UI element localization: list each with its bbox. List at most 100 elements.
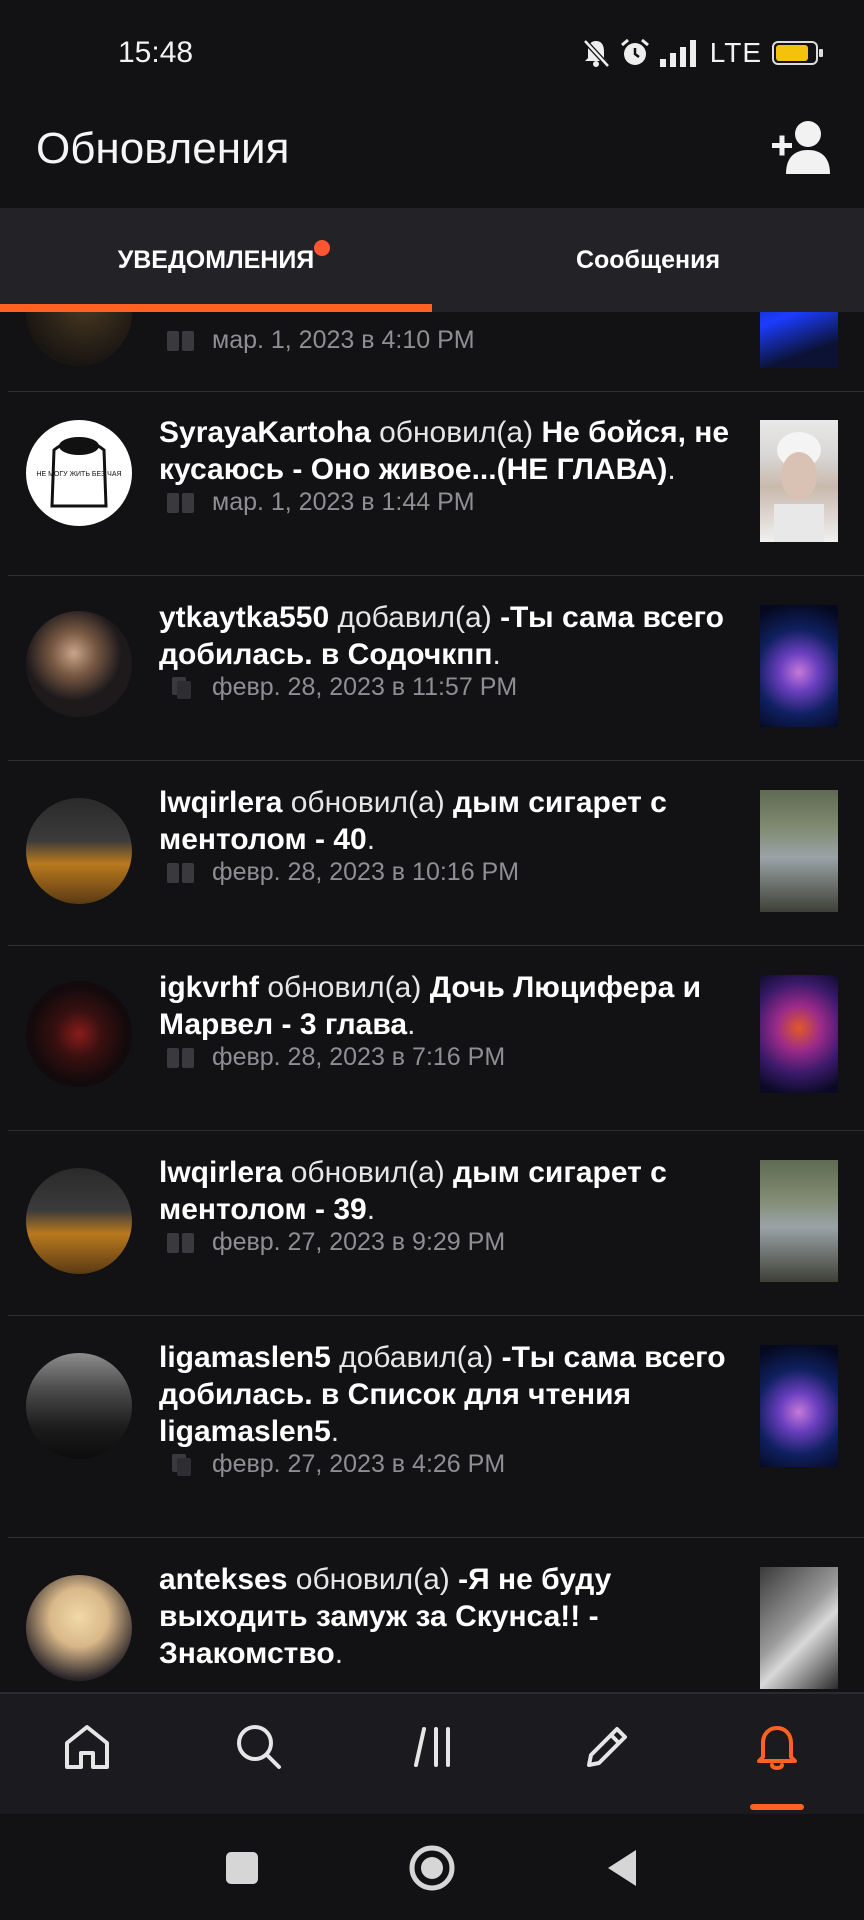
divider [8,1537,864,1538]
bell-icon [757,1726,797,1770]
list-item[interactable]: igkvrhf обновил(а) Дочь Люцифера и Марве… [0,947,864,1131]
circle-icon [409,1845,455,1891]
back-button[interactable] [592,1838,652,1898]
add-user-icon [772,121,830,174]
username[interactable]: lwqirlera [159,786,282,819]
story-cover[interactable] [760,420,838,542]
suffix: . [334,1637,344,1670]
story-cover[interactable] [760,312,838,368]
book-icon [167,1047,194,1068]
notification-meta: февр. 27, 2023 в 4:26 PM [166,1450,505,1479]
status-time: 15:48 [118,36,194,69]
action-text: обновил(а) [259,971,430,1004]
status-bar: 15:48 LTE [0,0,864,104]
recents-button[interactable] [212,1838,272,1898]
tab-messages-label: Сообщения [575,245,721,274]
nav-library-button[interactable] [399,1712,469,1782]
list-item[interactable]: lwqirlera обновил(а) дым сигарет с менто… [0,762,864,946]
notification-meta: февр. 27, 2023 в 9:29 PM [166,1228,505,1257]
user-avatar[interactable] [26,798,132,904]
tab-bar: УВЕДОМЛЕНИЯ Сообщения [0,208,864,312]
avatar-text: НЕ МОГУ ЖИТЬ БЕЗ ЧАЯ [36,471,121,478]
list-item[interactable]: мар. 1, 2023 в 4:10 PM [0,312,864,392]
action-text: обновил(а) [287,1563,459,1596]
nav-home-button[interactable] [52,1712,122,1782]
tab-messages[interactable]: Сообщения [432,208,864,312]
story-cover[interactable] [760,790,838,912]
action-text: добавил(а) [329,601,501,634]
story-cover[interactable] [760,605,838,727]
unread-dot [314,240,330,256]
notification-meta: мар. 1, 2023 в 1:44 PM [166,488,475,517]
list-item[interactable]: НЕ МОГУ ЖИТЬ БЕЗ ЧАЯ SyrayaKartoha обнов… [0,392,864,576]
divider [8,1315,864,1316]
story-cover[interactable] [760,1160,838,1282]
book-icon [167,1232,194,1253]
active-nav-indicator [750,1804,804,1810]
tab-notifications[interactable]: УВЕДОМЛЕНИЯ [0,208,432,312]
username[interactable]: lwqirlera [159,1156,282,1189]
timestamp: мар. 1, 2023 в 4:10 PM [212,326,475,354]
user-avatar[interactable] [26,981,132,1087]
timestamp: мар. 1, 2023 в 1:44 PM [212,488,475,516]
tab-notifications-label: УВЕДОМЛЕНИЯ [117,245,315,274]
list-item[interactable]: antekses обновил(а) -Я не буду выходить … [0,1539,864,1692]
write-icon [587,1727,627,1767]
story-cover[interactable] [760,975,838,1093]
story-cover[interactable] [760,1345,838,1467]
username[interactable]: SyrayaKartoha [159,416,371,449]
user-avatar[interactable] [26,1575,132,1681]
notification-text: antekses обновил(а) -Я не буду выходить … [159,1561,739,1672]
suffix: . [366,1193,376,1226]
timestamp: февр. 27, 2023 в 4:26 PM [212,1450,506,1478]
timestamp: февр. 28, 2023 в 11:57 PM [212,673,518,701]
recents-icon [226,1852,258,1884]
user-avatar[interactable]: НЕ МОГУ ЖИТЬ БЕЗ ЧАЯ [26,420,132,526]
user-avatar[interactable] [26,1168,132,1274]
add-user-button[interactable] [768,118,838,178]
notification-list: мар. 1, 2023 в 4:10 PM НЕ МОГУ ЖИТЬ БЕЗ … [0,312,864,1692]
notification-text: SyrayaKartoha обновил(а) Не бойся, не ку… [159,414,739,488]
action-text: обновил(а) [282,1156,454,1189]
story-cover[interactable] [760,1567,838,1689]
user-avatar[interactable] [26,312,132,366]
nav-notifications-button[interactable] [742,1712,812,1782]
battery-icon [772,41,823,65]
user-avatar[interactable] [26,1353,132,1459]
username[interactable]: ytkaytka550 [159,601,329,634]
notification-text: igkvrhf обновил(а) Дочь Люцифера и Марве… [159,969,739,1043]
list-item[interactable]: ligamaslen5 добавил(а) -Ты сама всего до… [0,1317,864,1538]
mute-icon [582,39,610,68]
network-type: LTE [709,37,762,68]
username[interactable]: ligamaslen5 [159,1341,331,1374]
book-icon [167,330,194,351]
cover-image [774,432,824,542]
notification-text: lwqirlera обновил(а) дым сигарет с менто… [159,1154,739,1228]
nav-write-button[interactable] [572,1712,642,1782]
timestamp: февр. 28, 2023 в 10:16 PM [212,858,520,886]
divider [8,945,864,946]
home-system-button[interactable] [402,1838,462,1898]
suffix: . [492,638,501,671]
suffix: . [667,453,676,486]
nav-search-button[interactable] [224,1712,294,1782]
username[interactable]: antekses [159,1563,287,1596]
system-navigation [0,1814,864,1920]
suffix: . [366,823,376,856]
book-icon [167,492,194,513]
list-item[interactable]: ytkaytka550 добавил(а) -Ты сама всего до… [0,577,864,761]
alarm-icon [620,38,649,65]
library-icon [414,1727,450,1767]
reading-list-icon [172,676,191,699]
suffix: . [407,1008,416,1041]
user-avatar[interactable] [26,611,132,717]
page-title: Обновления [36,124,290,173]
notification-text: ligamaslen5 добавил(а) -Ты сама всего до… [159,1339,739,1450]
notification-meta: февр. 28, 2023 в 7:16 PM [166,1043,505,1072]
suffix: . [330,1415,340,1448]
back-icon [608,1850,636,1886]
notification-meta: февр. 28, 2023 в 10:16 PM [166,858,519,887]
username[interactable]: igkvrhf [159,971,259,1004]
avatar-image: НЕ МОГУ ЖИТЬ БЕЗ ЧАЯ [36,437,122,508]
list-item[interactable]: lwqirlera обновил(а) дым сигарет с менто… [0,1132,864,1316]
